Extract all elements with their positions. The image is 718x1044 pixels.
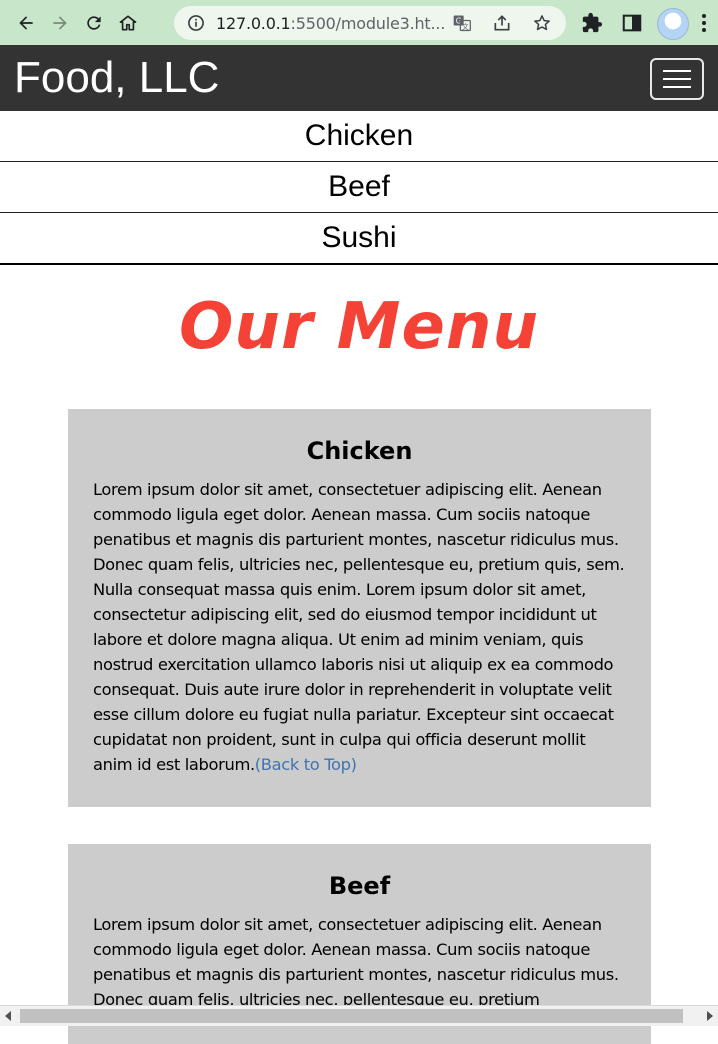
menu-section-chicken: Chicken Lorem ipsum dolor sit amet, cons… bbox=[68, 409, 651, 807]
share-icon[interactable] bbox=[492, 13, 512, 33]
site-header: Food, LLC bbox=[0, 45, 718, 111]
hamburger-menu-icon[interactable] bbox=[650, 58, 704, 100]
scroll-left-arrow-icon[interactable] bbox=[5, 1011, 11, 1021]
url-text[interactable]: 127.0.0.1:5500/module3.ht... bbox=[216, 14, 445, 33]
section-heading: Beef bbox=[328, 872, 391, 900]
main-nav: Chicken Beef Sushi bbox=[0, 111, 718, 265]
site-info-icon[interactable] bbox=[186, 13, 206, 33]
extensions-icon[interactable] bbox=[581, 12, 603, 34]
bookmark-star-icon[interactable] bbox=[532, 13, 552, 33]
section-body: Lorem ipsum dolor sit amet, consectetuer… bbox=[93, 480, 625, 774]
translate-icon[interactable]: G 文 bbox=[452, 13, 472, 33]
section-heading: Chicken bbox=[306, 437, 413, 465]
address-bar[interactable]: 127.0.0.1:5500/module3.ht... G 文 bbox=[174, 6, 566, 40]
browser-toolbar: 127.0.0.1:5500/module3.ht... G 文 bbox=[0, 0, 718, 45]
scrollbar-thumb[interactable] bbox=[20, 1009, 683, 1023]
horizontal-scrollbar[interactable] bbox=[0, 1005, 718, 1026]
nav-item-chicken[interactable]: Chicken bbox=[0, 111, 718, 162]
side-panel-icon[interactable] bbox=[621, 12, 643, 34]
brand-name[interactable]: Food, LLC bbox=[14, 53, 219, 103]
back-arrow-icon[interactable] bbox=[10, 7, 42, 39]
forward-arrow-icon[interactable] bbox=[44, 7, 76, 39]
nav-item-beef[interactable]: Beef bbox=[0, 162, 718, 213]
nav-item-sushi[interactable]: Sushi bbox=[0, 213, 718, 265]
back-to-top-link[interactable]: (Back to Top) bbox=[255, 755, 357, 774]
section-body: Lorem ipsum dolor sit amet, consectetuer… bbox=[93, 915, 619, 1009]
profile-avatar[interactable] bbox=[657, 8, 689, 40]
home-icon[interactable] bbox=[112, 7, 144, 39]
svg-text:文: 文 bbox=[462, 22, 469, 31]
reload-icon[interactable] bbox=[78, 7, 110, 39]
page-title: Our Menu bbox=[178, 290, 540, 364]
scroll-right-arrow-icon[interactable] bbox=[707, 1011, 713, 1021]
menu-kebab-icon[interactable] bbox=[698, 12, 710, 34]
